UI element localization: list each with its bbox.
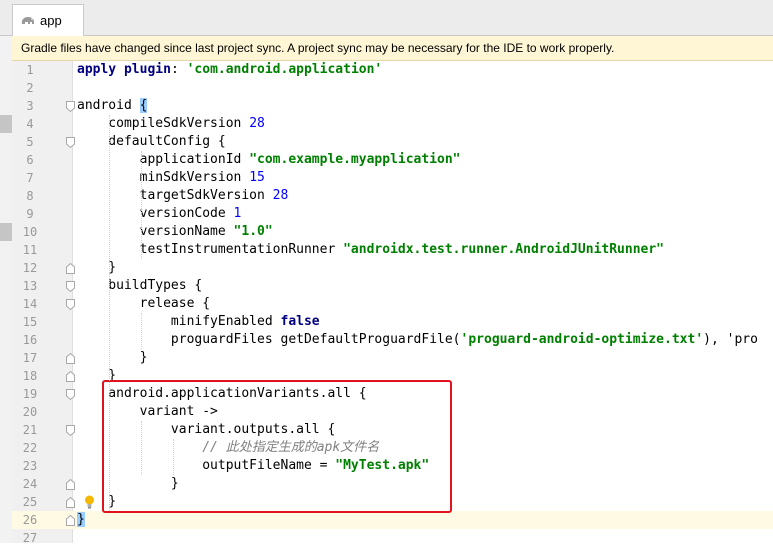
code-line[interactable]: 26} — [12, 511, 773, 529]
code-text: apply plugin: 'com.android.application' — [77, 62, 383, 77]
line-number: 11 — [22, 243, 38, 257]
fold-marker-icon[interactable] — [66, 515, 75, 526]
line-number: 21 — [22, 423, 38, 437]
line-number: 1 — [26, 63, 34, 77]
code-line[interactable]: 15 minifyEnabled false — [12, 313, 773, 331]
line-number: 24 — [22, 477, 38, 491]
gradle-sync-banner: Gradle files have changed since last pro… — [12, 36, 773, 61]
code-text: defaultConfig { — [77, 134, 226, 149]
code-text: versionCode 1 — [77, 206, 242, 221]
line-number: 4 — [26, 117, 34, 131]
line-number: 7 — [26, 171, 34, 185]
indent-guide — [173, 439, 174, 475]
code-text: } — [77, 512, 85, 527]
code-text: release { — [77, 296, 211, 311]
left-tool-strip — [0, 0, 12, 543]
line-number: 17 — [22, 351, 38, 365]
line-number: 6 — [26, 153, 34, 167]
indent-guide — [141, 421, 142, 475]
code-line[interactable]: 8 targetSdkVersion 28 — [12, 187, 773, 205]
fold-marker-icon[interactable] — [66, 479, 75, 490]
line-number: 8 — [26, 189, 34, 203]
line-number: 23 — [22, 459, 38, 473]
line-number: 16 — [22, 333, 38, 347]
code-text: } — [77, 350, 148, 365]
line-number: 3 — [26, 99, 34, 113]
tab-app[interactable]: app — [12, 4, 84, 36]
indent-guide — [141, 313, 142, 349]
code-line[interactable]: 2 — [12, 79, 773, 97]
line-number: 25 — [22, 495, 38, 509]
code-line[interactable]: 27 — [12, 529, 773, 547]
code-text: minifyEnabled false — [77, 314, 320, 329]
code-text: } — [77, 260, 117, 275]
left-strip-marker — [0, 223, 12, 241]
line-number: 27 — [22, 531, 38, 545]
code-text: proguardFiles getDefaultProguardFile('pr… — [77, 332, 758, 347]
code-line[interactable]: 6 applicationId "com.example.myapplicati… — [12, 151, 773, 169]
code-line[interactable]: 5 defaultConfig { — [12, 133, 773, 151]
code-text: compileSdkVersion 28 — [77, 116, 265, 131]
code-line[interactable]: 12 } — [12, 259, 773, 277]
fold-marker-icon[interactable] — [66, 371, 75, 382]
left-strip-marker — [0, 115, 12, 133]
fold-marker-icon[interactable] — [66, 281, 75, 292]
banner-message: Gradle files have changed since last pro… — [21, 41, 615, 55]
code-text: android { — [77, 98, 148, 113]
line-number: 5 — [26, 135, 34, 149]
line-number: 15 — [22, 315, 38, 329]
fold-marker-icon[interactable] — [66, 389, 75, 400]
line-number: 13 — [22, 279, 38, 293]
code-line[interactable]: 11 testInstrumentationRunner "androidx.t… — [12, 241, 773, 259]
code-text: buildTypes { — [77, 278, 203, 293]
line-number: 20 — [22, 405, 38, 419]
code-line[interactable]: 14 release { — [12, 295, 773, 313]
code-line[interactable]: 4 compileSdkVersion 28 — [12, 115, 773, 133]
indent-guide — [141, 151, 142, 259]
code-text: applicationId "com.example.myapplication… — [77, 152, 461, 167]
line-number: 19 — [22, 387, 38, 401]
code-line[interactable]: 1 apply plugin: 'com.android.application' — [12, 61, 773, 79]
indent-guide — [109, 115, 110, 511]
fold-marker-icon[interactable] — [66, 299, 75, 310]
lightbulb-icon[interactable] — [84, 495, 95, 509]
code-line[interactable]: 9 versionCode 1 — [12, 205, 773, 223]
gradle-elephant-icon — [21, 16, 34, 24]
fold-marker-icon[interactable] — [66, 425, 75, 436]
code-line[interactable]: 10 versionName "1.0" — [12, 223, 773, 241]
line-number: 18 — [22, 369, 38, 383]
fold-marker-icon[interactable] — [66, 353, 75, 364]
code-line[interactable]: 17 } — [12, 349, 773, 367]
code-text: versionName "1.0" — [77, 224, 273, 239]
code-line[interactable]: 13 buildTypes { — [12, 277, 773, 295]
fold-marker-icon[interactable] — [66, 497, 75, 508]
annotation-highlight-box — [102, 380, 452, 513]
line-number: 9 — [26, 207, 34, 221]
line-number: 14 — [22, 297, 38, 311]
code-text: testInstrumentationRunner "androidx.test… — [77, 242, 665, 257]
fold-marker-icon[interactable] — [66, 137, 75, 148]
code-text: minSdkVersion 15 — [77, 170, 265, 185]
editor-tab-bar: app — [0, 0, 773, 36]
fold-marker-icon[interactable] — [66, 263, 75, 274]
tab-label: app — [40, 13, 62, 28]
line-number: 22 — [22, 441, 38, 455]
line-number: 26 — [22, 513, 38, 527]
code-line[interactable]: 7 minSdkVersion 15 — [12, 169, 773, 187]
fold-marker-icon[interactable] — [66, 101, 75, 112]
code-line[interactable]: 3 android { — [12, 97, 773, 115]
line-number: 2 — [26, 81, 34, 95]
line-number: 10 — [22, 225, 38, 239]
code-line[interactable]: 16 proguardFiles getDefaultProguardFile(… — [12, 331, 773, 349]
line-number: 12 — [22, 261, 38, 275]
